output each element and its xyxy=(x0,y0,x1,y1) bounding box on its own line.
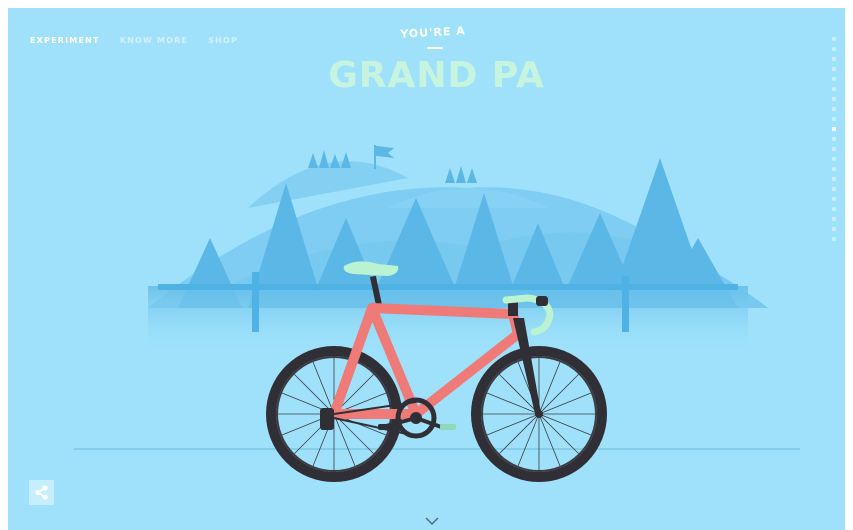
page-dot[interactable] xyxy=(832,167,836,171)
page-dot[interactable] xyxy=(832,147,836,151)
front-wheel xyxy=(471,346,607,482)
page-dots xyxy=(831,37,837,247)
page-dot[interactable] xyxy=(832,137,836,141)
page-dot[interactable] xyxy=(832,117,836,121)
hero-divider xyxy=(427,47,443,49)
nav-item-know-more[interactable]: KNOW MORE xyxy=(120,36,189,45)
hero-title: GRAND PA xyxy=(328,55,545,96)
page-dot[interactable] xyxy=(832,217,836,221)
share-button[interactable] xyxy=(29,480,54,505)
ground-line xyxy=(74,448,800,450)
page-dot[interactable] xyxy=(832,67,836,71)
chevron-down-icon xyxy=(425,517,439,526)
page-dot[interactable] xyxy=(832,187,836,191)
page-dot[interactable] xyxy=(832,37,836,41)
nav-item-shop[interactable]: SHOP xyxy=(208,36,238,45)
page-dot[interactable] xyxy=(832,197,836,201)
page-dot[interactable] xyxy=(832,87,836,91)
scroll-down-button[interactable] xyxy=(424,512,440,526)
nav-item-experiment[interactable]: EXPERIMENT xyxy=(30,36,100,45)
main-nav: EXPERIMENT KNOW MORE SHOP xyxy=(30,36,238,45)
hero-stage: EXPERIMENT KNOW MORE SHOP YOU'RE A GRAND… xyxy=(8,8,845,530)
page-dot[interactable] xyxy=(832,157,836,161)
page-dot[interactable] xyxy=(832,47,836,51)
fence-rail xyxy=(158,284,738,290)
page-dot[interactable] xyxy=(832,177,836,181)
share-icon xyxy=(35,485,48,500)
page-dot[interactable] xyxy=(832,237,836,241)
page-dot[interactable] xyxy=(832,57,836,61)
lake xyxy=(148,286,748,356)
page-dot[interactable] xyxy=(832,77,836,81)
page-dot[interactable] xyxy=(832,107,836,111)
page-dot[interactable] xyxy=(832,227,836,231)
page-dot[interactable] xyxy=(832,127,836,131)
page-dot[interactable] xyxy=(832,97,836,101)
page-dot[interactable] xyxy=(832,207,836,211)
